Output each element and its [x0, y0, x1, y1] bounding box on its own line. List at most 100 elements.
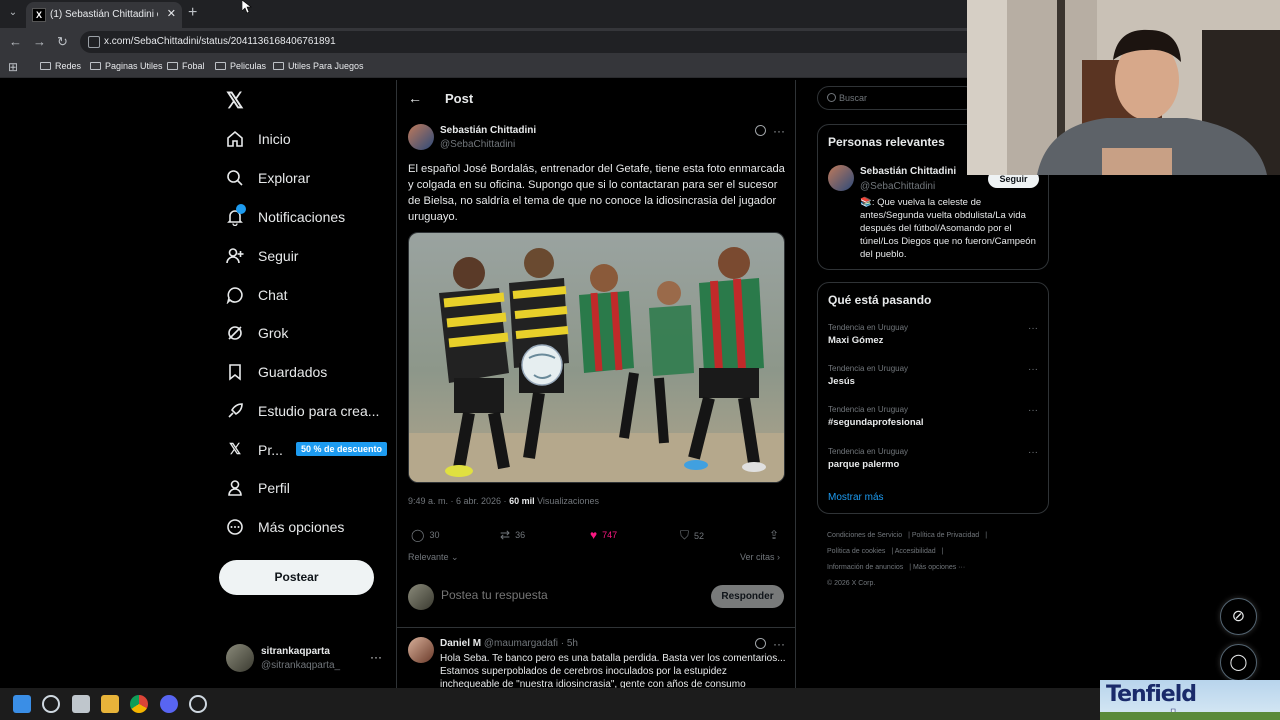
url-field[interactable]: x.com/SebaChittadini/status/204113616840… — [80, 31, 980, 53]
author-handle[interactable]: @SebaChittadini — [440, 139, 515, 150]
search-placeholder: Buscar — [839, 93, 868, 103]
footer-link[interactable]: Política de Privacidad — [912, 532, 979, 539]
footer-link[interactable]: Condiciones de Servicio — [827, 532, 902, 539]
more-dots-icon[interactable]: ··· — [1028, 447, 1038, 458]
windows-taskbar — [0, 688, 1100, 720]
nav-estudio[interactable]: Estudio para crea... — [226, 399, 379, 423]
nav-chat[interactable]: Chat — [226, 283, 288, 307]
author-name[interactable]: Sebastián Chittadini — [440, 125, 536, 136]
chat-fab-icon[interactable]: ◯ — [1220, 644, 1257, 681]
author-avatar[interactable] — [408, 124, 434, 150]
nav-premium[interactable]: 𝕏 Pr... — [226, 438, 283, 462]
discord-icon[interactable] — [160, 695, 178, 713]
new-tab-icon[interactable]: + — [188, 4, 197, 22]
more-dots-icon[interactable]: ··· — [1028, 364, 1038, 375]
bookmark-redes[interactable]: Redes — [40, 61, 81, 71]
reload-icon[interactable]: ↻ — [57, 34, 68, 50]
nav-label: Perfil — [258, 480, 290, 496]
reply-button[interactable]: Responder — [711, 585, 784, 608]
settings-icon[interactable] — [189, 695, 207, 713]
folder-icon — [273, 62, 284, 70]
kids-football-photo — [409, 233, 784, 482]
apps-grid-icon[interactable]: ⊞ — [8, 60, 18, 74]
task-view-icon[interactable] — [72, 695, 90, 713]
footer-link[interactable]: Más opciones ··· — [913, 564, 965, 571]
post-more-icon[interactable]: ··· — [773, 124, 785, 138]
heart-icon: ♥ — [590, 528, 598, 542]
tab-title: (1) Sebastián Chittadini en X: "El — [50, 9, 158, 20]
relevant-name[interactable]: Sebastián Chittadini — [860, 166, 956, 177]
file-explorer-icon[interactable] — [101, 695, 119, 713]
trend-item[interactable]: Tendencia en Uruguay parque palermo ··· — [828, 447, 1038, 477]
nav-guardados[interactable]: Guardados — [226, 360, 327, 384]
trend-item[interactable]: Tendencia en Uruguay #segundaprofesional… — [828, 405, 1038, 435]
x-favicon-icon: X — [32, 8, 46, 22]
comment-avatar[interactable] — [408, 637, 434, 663]
more-dots-icon[interactable]: ··· — [1028, 405, 1038, 416]
post-actions: ◯ 30 ⇄ 36 ♥ 747 ⛉ 52 ⇪ — [408, 528, 785, 546]
nav-mas-opciones[interactable]: Más opciones — [226, 515, 344, 539]
more-dots-icon[interactable]: ··· — [1028, 323, 1038, 334]
bookmark-peliculas[interactable]: Peliculas — [215, 61, 266, 71]
chat-bubble-icon — [226, 287, 243, 304]
repost-action[interactable]: ⇄ 36 — [500, 528, 525, 542]
search-icon[interactable] — [42, 695, 60, 713]
x-logo-icon[interactable]: 𝕏 — [226, 88, 244, 114]
reply-icon: ◯ — [411, 528, 425, 542]
tab-close-icon[interactable]: ✕ — [167, 7, 176, 20]
post-button[interactable]: Postear — [219, 560, 374, 595]
windows-start-icon[interactable] — [13, 695, 31, 713]
bookmark-utiles-para-juegos[interactable]: Utiles Para Juegos — [273, 61, 364, 71]
nav-perfil[interactable]: Perfil — [226, 476, 290, 500]
comment-more-icon[interactable]: ··· — [773, 637, 785, 651]
comment-handle[interactable]: @maumargadafi — [484, 638, 558, 649]
bookmark-icon: ⛉ — [680, 528, 690, 542]
avatar[interactable] — [828, 165, 854, 191]
nav-explorar[interactable]: Explorar — [226, 166, 310, 190]
grok-fab-icon[interactable]: ⊘ — [1220, 598, 1257, 635]
share-action[interactable]: ⇪ — [769, 528, 779, 542]
view-quotes-link[interactable]: Ver citas › — [740, 552, 780, 562]
comment-time: · 5h — [560, 638, 578, 649]
trend-item[interactable]: Tendencia en Uruguay Maxi Gómez ··· — [828, 323, 1038, 353]
bookmark-fobal[interactable]: Fobal — [167, 61, 205, 71]
share-icon: ⇪ — [769, 528, 780, 542]
show-more-link[interactable]: Mostrar más — [828, 492, 884, 503]
comment-header: Daniel M @maumargadafi · 5h — [440, 638, 578, 649]
back-arrow-icon[interactable]: ← — [408, 90, 422, 106]
back-icon[interactable]: ← — [9, 34, 22, 49]
footer-link[interactable]: Política de cookies — [827, 548, 885, 555]
footer-link[interactable]: Accesibilidad — [895, 548, 936, 555]
webcam-person-image — [967, 0, 1280, 175]
grok-explain-icon[interactable] — [755, 125, 766, 136]
comment-author[interactable]: Daniel M — [440, 638, 481, 649]
reply-input[interactable] — [441, 588, 701, 602]
like-action[interactable]: ♥ 747 — [590, 528, 617, 542]
post-photo[interactable] — [408, 232, 785, 483]
browser-tab[interactable]: X (1) Sebastián Chittadini en X: "El ✕ — [26, 2, 182, 28]
views-count: 60 mil — [509, 496, 535, 506]
bookmark-paginas-utiles[interactable]: Paginas Utiles — [90, 61, 163, 71]
account-switcher[interactable]: sitrankaqparta @sitrankaqparta_ ··· — [226, 644, 386, 676]
site-info-icon[interactable] — [88, 36, 100, 48]
relevant-handle[interactable]: @SebaChittadini — [860, 181, 935, 192]
tab-search-icon[interactable]: ⌄ — [4, 4, 22, 22]
nav-grok[interactable]: Grok — [226, 321, 288, 345]
url-text: x.com/SebaChittadini/status/204113616840… — [104, 36, 336, 47]
sort-dropdown[interactable]: Relevante ⌄ — [408, 552, 459, 563]
nav-notificaciones[interactable]: Notificaciones — [226, 204, 345, 229]
banner-word: Tenfield — [1106, 682, 1197, 707]
discount-badge[interactable]: 50 % de descuento — [296, 442, 388, 456]
forward-icon[interactable]: → — [33, 34, 46, 49]
trend-item[interactable]: Tendencia en Uruguay Jesús ··· — [828, 364, 1038, 394]
nav-inicio[interactable]: Inicio — [226, 127, 291, 151]
profile-icon — [228, 480, 242, 496]
chrome-icon[interactable] — [130, 695, 148, 713]
search-input[interactable]: Buscar — [817, 86, 977, 110]
footer-link[interactable]: Información de anuncios — [827, 564, 903, 571]
grok-explain-icon[interactable] — [755, 638, 766, 649]
reply-action[interactable]: ◯ 30 — [411, 528, 439, 542]
bookmark-action[interactable]: ⛉ 52 — [680, 528, 704, 543]
x-premium-icon: 𝕏 — [228, 441, 242, 458]
nav-seguir[interactable]: Seguir — [226, 244, 298, 268]
